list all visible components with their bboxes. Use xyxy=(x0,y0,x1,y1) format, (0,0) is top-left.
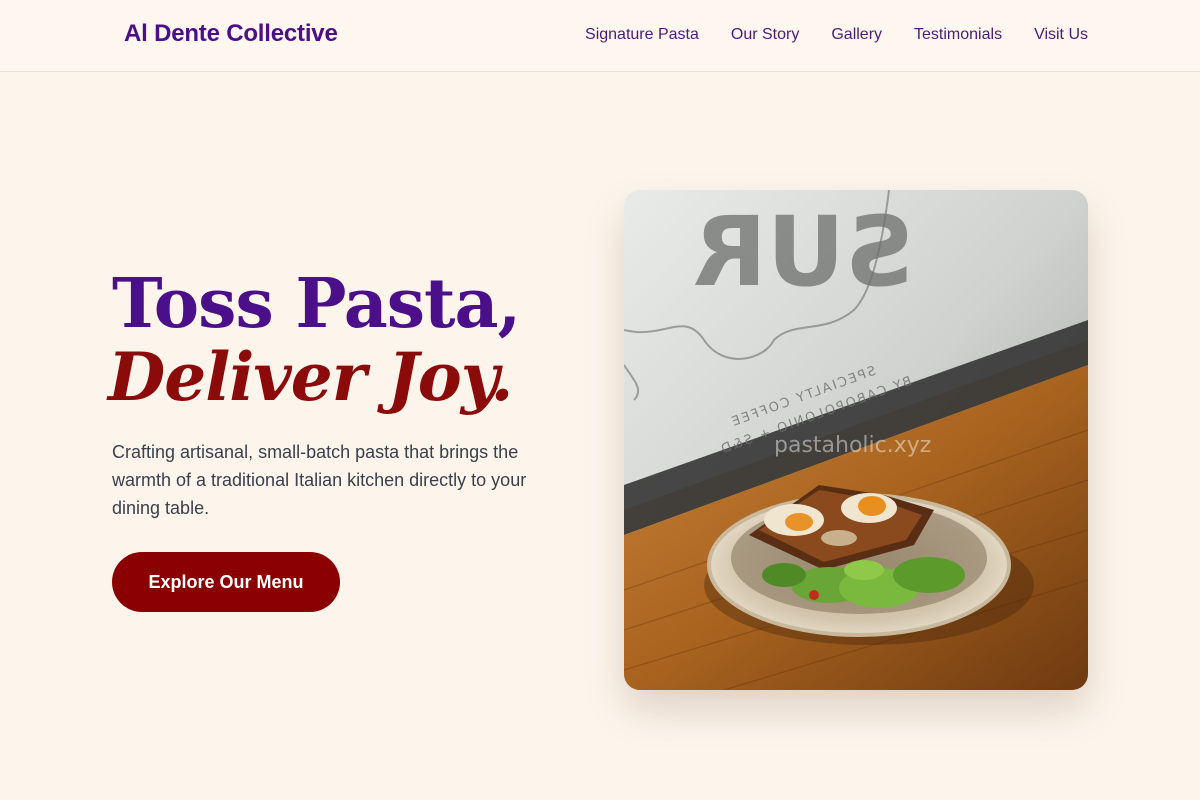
window-sign-lettering: SUR xyxy=(693,196,914,308)
nav-link-testimonials[interactable]: Testimonials xyxy=(914,26,1002,44)
hero-description: Crafting artisanal, small-batch pasta th… xyxy=(112,442,527,518)
explore-menu-button[interactable]: Explore Our Menu xyxy=(112,552,340,612)
hero-food-photo: SUR SPECIALTY COFFEE BY CABOPOLONIO + S&… xyxy=(624,190,1088,690)
hero-title-line-1: Toss Pasta, xyxy=(112,264,521,344)
hero-title-line-2: Deliver Joy. xyxy=(108,338,513,416)
image-watermark: pastaholic.xyz xyxy=(774,433,931,458)
site-header: Al Dente Collective Signature Pasta Our … xyxy=(0,0,1200,72)
nav-link-our-story[interactable]: Our Story xyxy=(731,26,799,44)
nav-link-visit-us[interactable]: Visit Us xyxy=(1034,26,1088,44)
window-sign-text: SUR xyxy=(693,196,914,308)
main-nav: Signature Pasta Our Story Gallery Testim… xyxy=(585,26,1088,44)
brand-logo-text[interactable]: Al Dente Collective xyxy=(124,20,338,48)
nav-link-signature-pasta[interactable]: Signature Pasta xyxy=(585,26,699,44)
hero-title: Toss Pasta, Deliver Joy. xyxy=(108,264,521,410)
nav-link-gallery[interactable]: Gallery xyxy=(831,26,882,44)
